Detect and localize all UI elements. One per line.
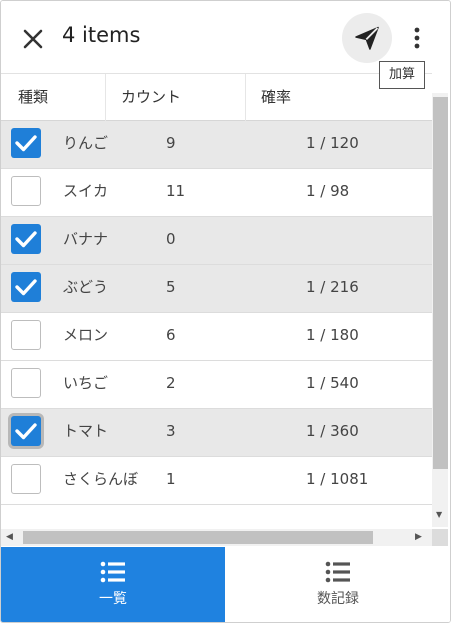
vertical-scrollbar[interactable]: ▼ xyxy=(432,93,448,527)
horizontal-scroll-thumb[interactable] xyxy=(23,531,373,544)
table-row[interactable]: さくらんぼ 1 1 / 1081 xyxy=(1,457,432,505)
row-checkbox[interactable] xyxy=(11,416,41,446)
table-row[interactable]: スイカ 11 1 / 98 xyxy=(1,169,432,217)
column-divider xyxy=(245,74,246,121)
more-vert-icon xyxy=(414,27,420,49)
item-name: ぶどう xyxy=(63,278,109,296)
bottom-navigation: 一覧 数記録 xyxy=(1,547,450,622)
items-table: 種類 カウント 確率 りんご 9 1 / 120 スイカ 11 1 / 98 バ… xyxy=(1,73,432,527)
item-count: 3 xyxy=(166,422,176,440)
table-row[interactable]: りんご 9 1 / 120 xyxy=(1,121,432,169)
column-header-type[interactable]: 種類 xyxy=(18,74,48,121)
tab-list[interactable]: 一覧 xyxy=(1,547,225,622)
close-button[interactable] xyxy=(19,25,47,53)
item-count: 0 xyxy=(166,230,176,248)
item-probability: 1 / 98 xyxy=(306,182,350,200)
vertical-scroll-thumb[interactable] xyxy=(433,97,448,469)
add-send-button[interactable] xyxy=(342,13,392,63)
row-checkbox[interactable] xyxy=(11,464,41,494)
send-icon xyxy=(355,26,379,50)
table-row[interactable]: ぶどう 5 1 / 216 xyxy=(1,265,432,313)
item-probability: 1 / 540 xyxy=(306,374,359,392)
scroll-down-arrow-icon[interactable]: ▼ xyxy=(436,510,442,519)
item-count: 2 xyxy=(166,374,176,392)
item-count: 11 xyxy=(166,182,186,200)
item-probability: 1 / 360 xyxy=(306,422,359,440)
item-name: いちご xyxy=(63,374,109,392)
row-checkbox[interactable] xyxy=(11,272,41,302)
page-title: 4 items xyxy=(62,23,141,47)
more-options-button[interactable] xyxy=(403,23,431,53)
column-divider xyxy=(105,74,106,121)
table-row[interactable]: トマト 3 1 / 360 xyxy=(1,409,432,457)
table-row[interactable]: メロン 6 1 / 180 xyxy=(1,313,432,361)
item-probability: 1 / 180 xyxy=(306,326,359,344)
close-icon xyxy=(23,29,43,49)
row-checkbox[interactable] xyxy=(11,368,41,398)
tab-label: 一覧 xyxy=(99,591,127,607)
tooltip: 加算 xyxy=(379,61,426,89)
checkmark-icon xyxy=(15,231,37,248)
checkmark-icon xyxy=(15,423,37,440)
item-name: さくらんぼ xyxy=(63,470,139,488)
tab-label: 数記録 xyxy=(317,591,359,607)
row-checkbox[interactable] xyxy=(11,128,41,158)
item-name: メロン xyxy=(63,326,109,344)
horizontal-scrollbar[interactable]: ◀ ▶ xyxy=(1,529,432,546)
scroll-left-arrow-icon[interactable]: ◀ xyxy=(6,532,13,542)
list-icon xyxy=(100,561,125,583)
item-probability: 1 / 120 xyxy=(306,134,359,152)
app-window: 4 items 加算 種類 カウント 確率 りんご 9 1 / 120 スイカ … xyxy=(0,0,451,623)
table-header: 種類 カウント 確率 xyxy=(1,73,432,121)
item-name: りんご xyxy=(63,134,109,152)
scrollbar-corner xyxy=(432,529,448,546)
table-body: りんご 9 1 / 120 スイカ 11 1 / 98 バナナ 0 ぶどう 5 … xyxy=(1,121,432,505)
item-probability: 1 / 216 xyxy=(306,278,359,296)
item-count: 1 xyxy=(166,470,176,488)
row-checkbox[interactable] xyxy=(11,320,41,350)
item-count: 5 xyxy=(166,278,176,296)
item-name: トマト xyxy=(63,422,109,440)
scroll-right-arrow-icon[interactable]: ▶ xyxy=(415,532,422,542)
checkmark-icon xyxy=(15,279,37,296)
item-count: 6 xyxy=(166,326,176,344)
column-header-probability[interactable]: 確率 xyxy=(261,74,291,121)
list-icon xyxy=(325,561,350,583)
table-row[interactable]: いちご 2 1 / 540 xyxy=(1,361,432,409)
item-count: 9 xyxy=(166,134,176,152)
item-name: スイカ xyxy=(63,182,109,200)
item-name: バナナ xyxy=(63,230,109,248)
row-checkbox[interactable] xyxy=(11,176,41,206)
column-header-count[interactable]: カウント xyxy=(121,74,181,121)
item-probability: 1 / 1081 xyxy=(306,470,369,488)
tab-count-record[interactable]: 数記録 xyxy=(226,547,450,622)
row-checkbox[interactable] xyxy=(11,224,41,254)
checkmark-icon xyxy=(15,135,37,152)
table-row[interactable]: バナナ 0 xyxy=(1,217,432,265)
